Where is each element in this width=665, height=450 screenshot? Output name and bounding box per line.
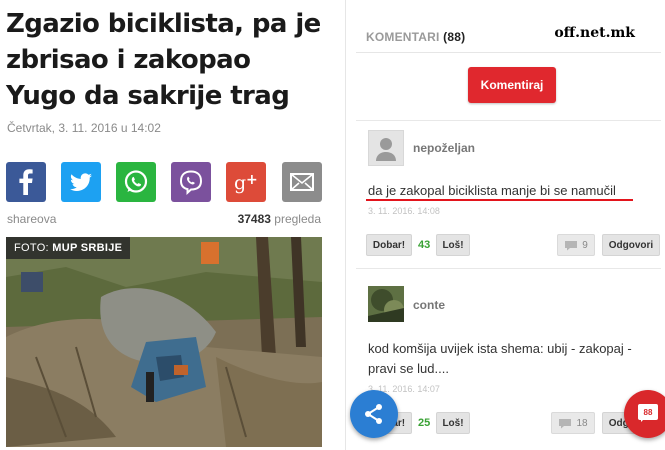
article-date: Četvrtak, 3. 11. 2016 u 14:02 (7, 121, 161, 135)
like-button[interactable]: Dobar! (366, 234, 412, 256)
comment-text: da je zakopal biciklista manje bi se nam… (368, 183, 616, 198)
share-count-label: shareova (7, 212, 57, 226)
share-buttons-row: g + (6, 162, 322, 202)
article-photo-image (6, 237, 322, 447)
divider (356, 120, 661, 121)
google-plus-share-button[interactable]: g + (226, 162, 266, 202)
views-count: 37483 pregleda (238, 212, 321, 226)
replies-count-button[interactable]: 9 (557, 234, 595, 256)
replies-count: 18 (576, 417, 588, 429)
photo-caption: FOTO: MUP SRBIJE (6, 237, 131, 259)
twitter-icon (70, 173, 92, 192)
comment-score: 43 (418, 239, 431, 251)
article-panel: Zgazio biciklista, pa je zbrisao i zakop… (0, 0, 330, 450)
photo-caption-prefix: FOTO: (14, 242, 49, 254)
comment-username[interactable]: nepoželjan (413, 141, 475, 155)
whatsapp-icon (124, 170, 148, 193)
comments-header-label: KOMENTARI (366, 30, 440, 44)
share-icon (365, 404, 382, 424)
comments-panel: KOMENTARI (88) off.net.mk Komentiraj nep… (345, 0, 665, 450)
komentiraj-button[interactable]: Komentiraj (468, 67, 556, 103)
dislike-button[interactable]: Loš! (436, 412, 470, 434)
comment-date: 3. 11. 2016. 14:08 (368, 206, 440, 216)
red-underline-highlight (366, 199, 633, 201)
share-fab-button[interactable] (350, 390, 398, 438)
speech-bubble-icon (559, 418, 572, 428)
bubble-tail (641, 418, 645, 422)
views-number: 37483 (237, 212, 271, 226)
article-photo: FOTO: MUP SRBIJE (6, 237, 322, 447)
comment-text-line2: pravi se lud.... (368, 361, 449, 376)
replies-count: 9 (582, 239, 588, 251)
user-placeholder-icon (376, 138, 396, 161)
comments-count: (88) (443, 30, 466, 44)
watermark: off.net.mk (550, 25, 639, 41)
viber-share-button[interactable] (171, 162, 211, 202)
comment-score: 25 (418, 417, 431, 429)
envelope-icon (290, 173, 314, 191)
comment-text-line1: kod komšija uvijek ista shema: ubij - za… (368, 341, 632, 356)
avatar[interactable] (368, 130, 404, 166)
avatar[interactable] (368, 286, 404, 322)
views-label: pregleda (274, 212, 321, 226)
article-headline: Zgazio biciklista, pa je zbrisao i zakop… (6, 9, 321, 111)
facebook-icon (19, 169, 33, 195)
viber-icon (179, 170, 203, 195)
google-plus-icon: g + (234, 172, 258, 194)
comments-header: KOMENTARI (88) (366, 30, 465, 44)
svg-text:+: + (246, 172, 258, 188)
dislike-button[interactable]: Loš! (436, 234, 470, 256)
twitter-share-button[interactable] (61, 162, 101, 202)
facebook-share-button[interactable] (6, 162, 46, 202)
header-divider (356, 52, 661, 53)
svg-text:g: g (234, 172, 246, 194)
whatsapp-share-button[interactable] (116, 162, 156, 202)
user-photo-avatar (368, 286, 404, 322)
reply-button[interactable]: Odgovori (602, 234, 660, 256)
photo-caption-source: MUP SRBIJE (52, 242, 123, 254)
replies-count-button[interactable]: 18 (551, 412, 595, 434)
speech-bubble-icon (565, 240, 578, 250)
divider (356, 268, 661, 269)
email-share-button[interactable] (282, 162, 322, 202)
comment-username[interactable]: conte (413, 298, 445, 312)
comments-fab-button[interactable]: 88 (624, 390, 665, 438)
